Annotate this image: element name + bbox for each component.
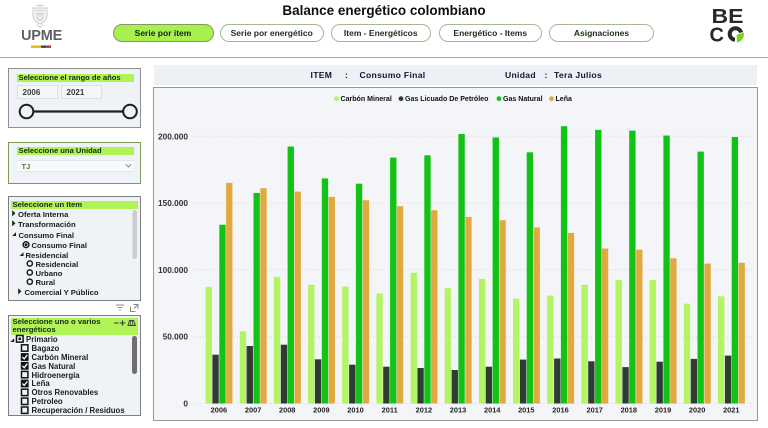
svg-text:2020: 2020 xyxy=(689,406,705,415)
svg-text:C: C xyxy=(710,25,724,47)
svg-text:2019: 2019 xyxy=(655,406,671,415)
svg-text:50.000: 50.000 xyxy=(163,332,189,342)
svg-text:2016: 2016 xyxy=(552,406,568,415)
svg-text:100.000: 100.000 xyxy=(158,265,188,275)
svg-text:2009: 2009 xyxy=(313,406,329,415)
svg-text:200.000: 200.000 xyxy=(158,131,188,141)
svg-text:Carbón Mineral: Carbón Mineral xyxy=(341,96,392,103)
svg-text:2018: 2018 xyxy=(621,406,637,415)
svg-text:2007: 2007 xyxy=(245,406,261,415)
svg-text:2017: 2017 xyxy=(586,406,602,415)
svg-text:Gas Natural: Gas Natural xyxy=(503,96,543,103)
svg-text:2006: 2006 xyxy=(211,406,227,415)
svg-text:2021: 2021 xyxy=(723,406,739,415)
svg-text:2012: 2012 xyxy=(416,406,432,415)
svg-text:2015: 2015 xyxy=(518,406,534,415)
svg-text:2010: 2010 xyxy=(347,406,363,415)
svg-text:150.000: 150.000 xyxy=(158,198,188,208)
svg-text:2013: 2013 xyxy=(450,406,466,415)
svg-text:0: 0 xyxy=(183,399,188,409)
svg-text:UPME: UPME xyxy=(22,28,63,44)
svg-text:Leña: Leña xyxy=(556,96,573,103)
svg-text:2014: 2014 xyxy=(484,406,501,415)
svg-text:2008: 2008 xyxy=(279,406,295,415)
svg-text:Gas Licuado De Petróleo: Gas Licuado De Petróleo xyxy=(405,96,489,103)
svg-text:2011: 2011 xyxy=(382,406,398,415)
